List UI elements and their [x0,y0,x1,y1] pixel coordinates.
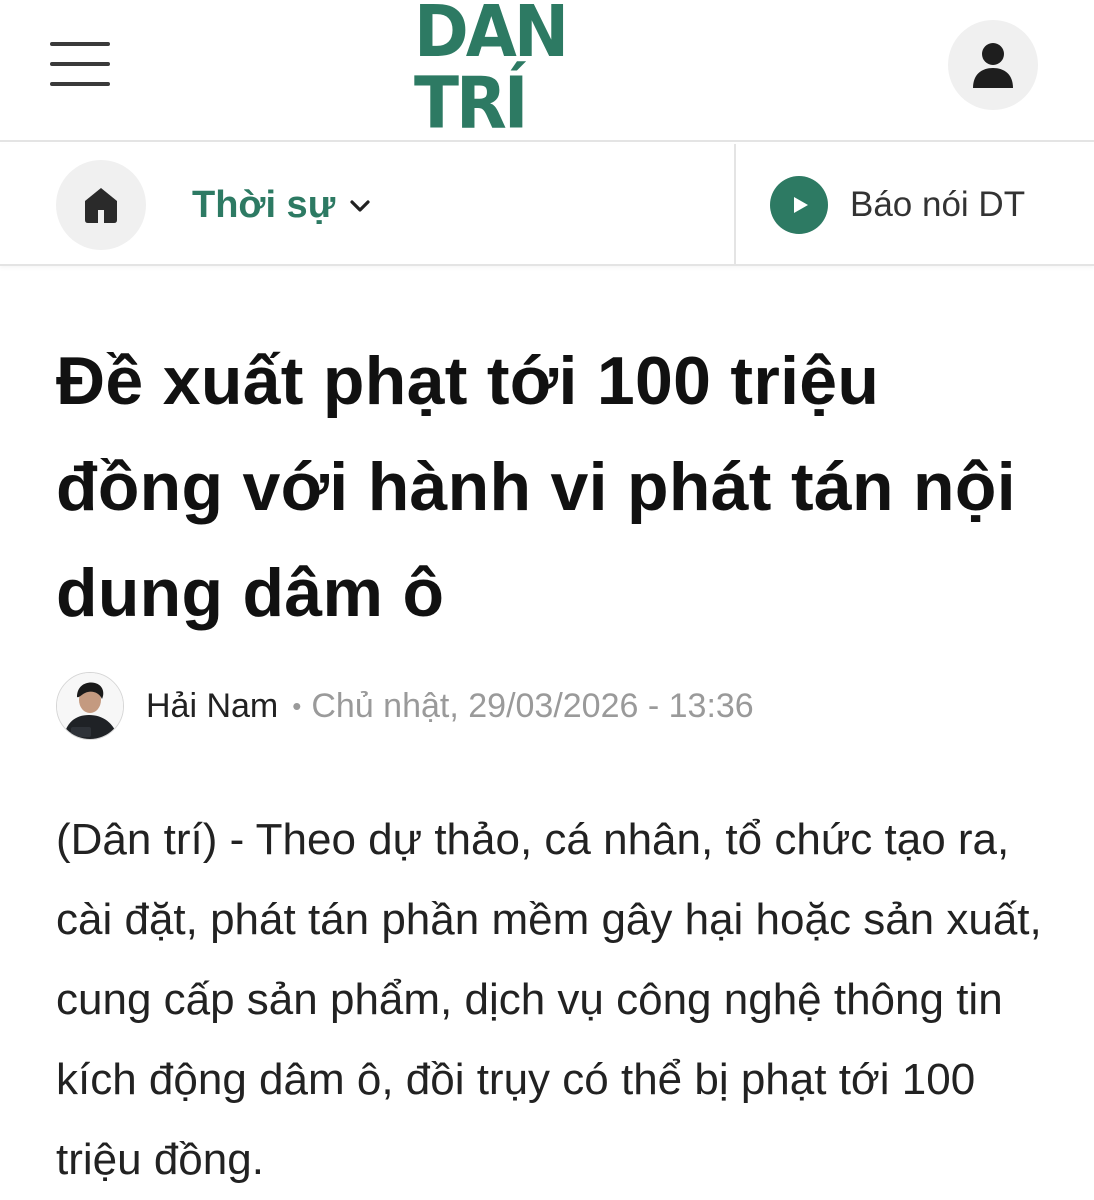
byline-separator: • [292,690,302,721]
home-icon [85,188,117,223]
home-button[interactable] [56,160,146,250]
author-avatar[interactable] [56,672,124,740]
logo-text: DÂN TRÍ [414,0,569,145]
play-icon [770,176,828,234]
audio-news-button[interactable]: Báo nói DT [770,176,1025,234]
publish-date: Chủ nhật, 29/03/2026 - 13:36 [311,687,754,725]
user-icon [973,43,1013,88]
article-lead: (Dân trí) - Theo dự thảo, cá nhân, tổ ch… [56,815,1042,1184]
nav-divider [734,144,736,266]
section-nav: Thời sự Báo nói DT [0,144,1094,266]
article-title: Đề xuất phạt tới 100 triệu đồng với hành… [56,343,1016,631]
category-dropdown[interactable]: Thời sự [192,182,371,228]
author-name[interactable]: Hải Nam [146,686,278,726]
category-label: Thời sự [192,184,336,226]
chevron-down-icon [350,200,370,212]
byline: Hải Nam • Chủ nhật, 29/03/2026 - 13:36 [56,672,1056,740]
article-page: DÂN TRÍ Thời sự Báo nói DT Đề xuất phạt … [0,0,1094,1200]
top-header: DÂN TRÍ [0,0,1094,142]
hamburger-menu-icon[interactable] [50,40,110,90]
audio-news-label: Báo nói DT [850,185,1026,224]
account-button[interactable] [948,20,1038,110]
site-logo[interactable]: DÂN TRÍ [414,0,680,139]
